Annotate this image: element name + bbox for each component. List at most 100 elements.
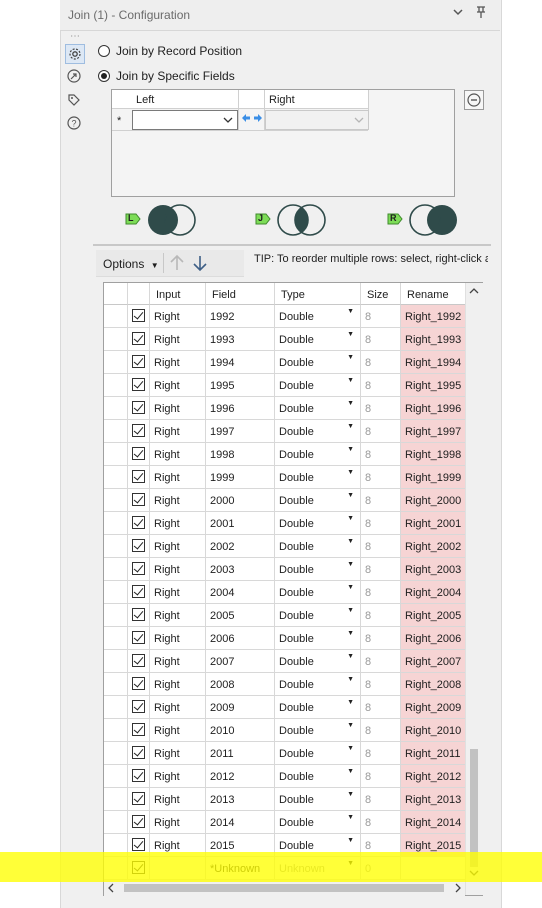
type-cell[interactable]: Unknown ▼ [275, 857, 361, 880]
type-cell[interactable]: Double ▼ [275, 305, 361, 328]
table-row[interactable]: Right 2000 Double ▼ 8 Right_2000 [104, 489, 468, 512]
type-cell[interactable]: Double ▼ [275, 328, 361, 351]
join-by-fields-option[interactable]: Join by Specific Fields [98, 69, 235, 83]
table-row[interactable]: Right 1998 Double ▼ 8 Right_1998 [104, 443, 468, 466]
keep-checkbox[interactable] [132, 355, 145, 368]
keep-checkbox[interactable] [132, 516, 145, 529]
column-header-field[interactable]: Field [206, 283, 275, 305]
table-row[interactable]: Right 2003 Double ▼ 8 Right_2003 [104, 558, 468, 581]
table-row[interactable]: Right 2001 Double ▼ 8 Right_2001 [104, 512, 468, 535]
column-header-rename[interactable]: Rename [401, 283, 468, 305]
dropdown-arrow-icon[interactable]: ▼ [347, 860, 354, 867]
keep-checkbox[interactable] [132, 562, 145, 575]
rename-cell[interactable] [401, 857, 468, 880]
table-row[interactable]: *Unknown Unknown ▼ 0 [104, 857, 468, 880]
type-cell[interactable]: Double ▼ [275, 489, 361, 512]
row-header[interactable] [104, 581, 128, 604]
dropdown-arrow-icon[interactable]: ▼ [347, 423, 354, 430]
size-cell[interactable]: 8 [361, 673, 401, 696]
keep-checkbox[interactable] [132, 493, 145, 506]
dropdown-arrow-icon[interactable]: ▼ [347, 653, 354, 660]
move-up-icon[interactable] [169, 254, 185, 275]
table-row[interactable]: Right 1992 Double ▼ 8 Right_1992 [104, 305, 468, 328]
keep-checkbox[interactable] [132, 539, 145, 552]
keep-checkbox[interactable] [132, 631, 145, 644]
dropdown-arrow-icon[interactable]: ▼ [347, 745, 354, 752]
join-by-position-option[interactable]: Join by Record Position [98, 44, 242, 58]
size-cell[interactable]: 8 [361, 742, 401, 765]
dropdown-arrow-icon[interactable]: ▼ [347, 561, 354, 568]
row-header[interactable] [104, 765, 128, 788]
type-cell[interactable]: Double ▼ [275, 627, 361, 650]
row-header[interactable] [104, 742, 128, 765]
keep-checkbox[interactable] [132, 378, 145, 391]
horizontal-scroll-thumb[interactable] [124, 884, 444, 892]
rename-cell[interactable]: Right_2004 [401, 581, 468, 604]
type-cell[interactable]: Double ▼ [275, 604, 361, 627]
row-header[interactable] [104, 627, 128, 650]
type-cell[interactable]: Double ▼ [275, 558, 361, 581]
dropdown-arrow-icon[interactable]: ▼ [347, 515, 354, 522]
size-cell[interactable]: 8 [361, 466, 401, 489]
dropdown-arrow-icon[interactable]: ▼ [347, 837, 354, 844]
rename-cell[interactable]: Right_2006 [401, 627, 468, 650]
type-cell[interactable]: Double ▼ [275, 535, 361, 558]
dropdown-arrow-icon[interactable]: ▼ [347, 377, 354, 384]
table-row[interactable]: Right 2009 Double ▼ 8 Right_2009 [104, 696, 468, 719]
rename-cell[interactable]: Right_2011 [401, 742, 468, 765]
navigate-icon[interactable] [66, 68, 82, 84]
rename-cell[interactable]: Right_2015 [401, 834, 468, 857]
keep-checkbox[interactable] [132, 401, 145, 414]
row-header[interactable] [104, 673, 128, 696]
table-row[interactable]: Right 2014 Double ▼ 8 Right_2014 [104, 811, 468, 834]
table-row[interactable]: Right 1996 Double ▼ 8 Right_1996 [104, 397, 468, 420]
size-cell[interactable]: 8 [361, 305, 401, 328]
size-cell[interactable]: 8 [361, 512, 401, 535]
remove-row-button[interactable] [464, 90, 484, 110]
rename-cell[interactable]: Right_1998 [401, 443, 468, 466]
size-cell[interactable]: 8 [361, 328, 401, 351]
size-cell[interactable]: 8 [361, 420, 401, 443]
table-row[interactable]: Right 2015 Double ▼ 8 Right_2015 [104, 834, 468, 857]
keep-checkbox[interactable] [132, 677, 145, 690]
rename-cell[interactable]: Right_2003 [401, 558, 468, 581]
keep-checkbox[interactable] [132, 769, 145, 782]
type-cell[interactable]: Double ▼ [275, 811, 361, 834]
type-cell[interactable]: Double ▼ [275, 512, 361, 535]
type-cell[interactable]: Double ▼ [275, 742, 361, 765]
size-cell[interactable]: 8 [361, 581, 401, 604]
row-header[interactable] [104, 397, 128, 420]
keep-checkbox[interactable] [132, 815, 145, 828]
type-cell[interactable]: Double ▼ [275, 581, 361, 604]
row-header[interactable] [104, 650, 128, 673]
type-cell[interactable]: Double ▼ [275, 788, 361, 811]
chevron-down-icon[interactable] [452, 5, 464, 21]
rename-cell[interactable]: Right_1992 [401, 305, 468, 328]
rename-cell[interactable]: Right_1996 [401, 397, 468, 420]
size-cell[interactable]: 8 [361, 374, 401, 397]
rename-cell[interactable]: Right_2001 [401, 512, 468, 535]
dropdown-arrow-icon[interactable]: ▼ [347, 584, 354, 591]
keep-checkbox[interactable] [132, 470, 145, 483]
right-field-select[interactable] [265, 110, 369, 130]
options-button[interactable]: Options ▼ [103, 257, 159, 271]
table-row[interactable]: Right 1995 Double ▼ 8 Right_1995 [104, 374, 468, 397]
left-output-anchor[interactable]: L [124, 203, 204, 237]
dropdown-arrow-icon[interactable]: ▼ [347, 354, 354, 361]
table-row[interactable]: Right 1997 Double ▼ 8 Right_1997 [104, 420, 468, 443]
rename-cell[interactable]: Right_2000 [401, 489, 468, 512]
row-header[interactable] [104, 374, 128, 397]
type-cell[interactable]: Double ▼ [275, 696, 361, 719]
dropdown-arrow-icon[interactable]: ▼ [347, 607, 354, 614]
rename-cell[interactable]: Right_2005 [401, 604, 468, 627]
dropdown-arrow-icon[interactable]: ▼ [347, 331, 354, 338]
size-cell[interactable]: 8 [361, 535, 401, 558]
keep-checkbox[interactable] [132, 585, 145, 598]
keep-checkbox[interactable] [132, 838, 145, 851]
row-header[interactable] [104, 351, 128, 374]
scroll-left-icon[interactable] [107, 883, 115, 893]
keep-checkbox[interactable] [132, 608, 145, 621]
table-row[interactable]: Right 2006 Double ▼ 8 Right_2006 [104, 627, 468, 650]
type-cell[interactable]: Double ▼ [275, 351, 361, 374]
size-cell[interactable]: 8 [361, 443, 401, 466]
